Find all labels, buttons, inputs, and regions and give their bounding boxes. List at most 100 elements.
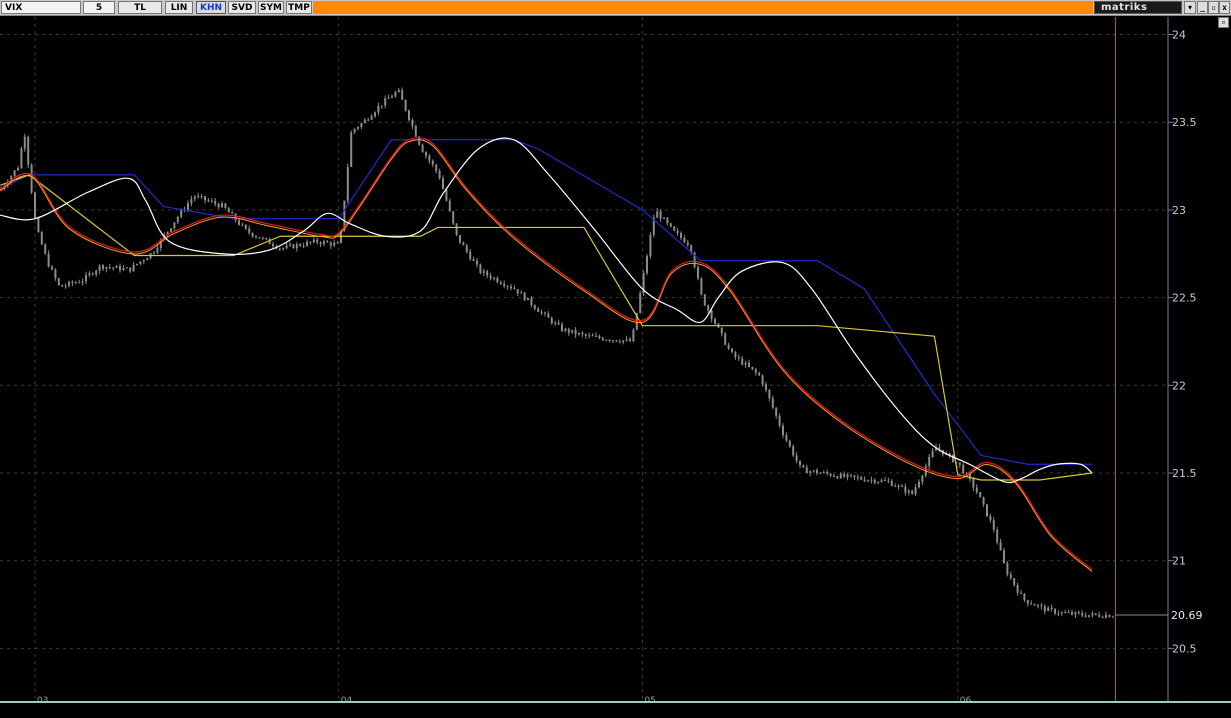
candle-body bbox=[632, 329, 635, 342]
candle-body bbox=[380, 105, 383, 107]
candle-body bbox=[156, 248, 159, 253]
candle-body bbox=[336, 242, 339, 244]
candle-body bbox=[170, 228, 172, 232]
candle-body bbox=[928, 456, 931, 467]
svd-button[interactable]: SVD bbox=[228, 1, 256, 14]
minimize-icon[interactable]: _ bbox=[1197, 1, 1208, 14]
candle-body bbox=[918, 481, 920, 488]
candle-body bbox=[132, 264, 135, 272]
candle-body bbox=[778, 415, 781, 426]
candle-body bbox=[295, 244, 298, 249]
candle-body bbox=[931, 450, 934, 457]
candle-body bbox=[710, 310, 713, 320]
candle-body bbox=[367, 119, 370, 121]
candle-body bbox=[805, 467, 808, 474]
candle-body bbox=[404, 99, 407, 111]
candle-body bbox=[1050, 607, 1053, 609]
candle-body bbox=[714, 319, 716, 324]
cursor bbox=[1114, 17, 1168, 701]
candle-body bbox=[503, 283, 506, 287]
candle-body bbox=[1023, 593, 1026, 601]
candle-body bbox=[836, 476, 839, 479]
candle-body bbox=[442, 178, 444, 190]
candle-body bbox=[578, 333, 580, 335]
title-bar-strip[interactable] bbox=[313, 1, 1093, 14]
candle-body bbox=[731, 348, 733, 353]
y-tick-label: 21.5 bbox=[1172, 467, 1197, 480]
candle-body bbox=[261, 237, 264, 239]
candle-body bbox=[1064, 612, 1067, 614]
candle-body bbox=[591, 335, 594, 337]
candle-body bbox=[975, 487, 978, 493]
candle-body bbox=[605, 339, 608, 341]
candle-body bbox=[530, 298, 533, 306]
candle-body bbox=[61, 285, 64, 287]
tl-button[interactable]: TL bbox=[118, 1, 162, 14]
candle-body bbox=[452, 211, 455, 224]
candle-body bbox=[581, 333, 584, 335]
yellow-indicator-line bbox=[0, 174, 1093, 481]
period-input[interactable]: 5 bbox=[83, 1, 115, 14]
candle-body bbox=[1105, 614, 1107, 618]
candle-body bbox=[1094, 613, 1097, 615]
restore-icon[interactable]: ▫ bbox=[1208, 1, 1219, 14]
candle-body bbox=[493, 277, 495, 279]
candle-body bbox=[387, 97, 390, 99]
candle-body bbox=[95, 270, 98, 275]
candle-body bbox=[1111, 616, 1114, 618]
candle-body bbox=[85, 275, 87, 282]
candle-body bbox=[788, 440, 791, 447]
candle-body bbox=[241, 224, 244, 226]
candle-body bbox=[680, 233, 682, 238]
candle-body bbox=[707, 305, 710, 311]
candle-body bbox=[224, 203, 227, 209]
close-icon[interactable]: x bbox=[1219, 1, 1230, 14]
candle-body bbox=[384, 98, 387, 106]
candle-body bbox=[353, 128, 356, 133]
candle-body bbox=[445, 189, 448, 201]
candle-body bbox=[197, 195, 200, 197]
price-chart[interactable]: 2423.52322.52221.52120.503 04 05 0620.69 bbox=[0, 17, 1231, 701]
tmp-button[interactable]: TMP bbox=[286, 1, 312, 14]
candle-body bbox=[193, 196, 196, 200]
lin-button[interactable]: LIN bbox=[165, 1, 193, 14]
candle-body bbox=[326, 241, 329, 243]
candle-body bbox=[74, 282, 77, 284]
candle-body bbox=[374, 112, 376, 117]
candle-body bbox=[1071, 612, 1073, 615]
candle-body bbox=[187, 203, 189, 210]
candle-body bbox=[47, 253, 50, 267]
candle-body bbox=[54, 269, 57, 279]
candle-body bbox=[758, 372, 761, 376]
candle-body bbox=[221, 203, 223, 208]
candle-body bbox=[306, 241, 308, 246]
candle-body bbox=[1054, 608, 1056, 614]
candle-body bbox=[554, 322, 557, 324]
candle-body bbox=[833, 475, 835, 477]
candle-body bbox=[547, 313, 550, 318]
candle-body bbox=[979, 492, 982, 498]
sym-button[interactable]: SYM bbox=[258, 1, 284, 14]
candle-body bbox=[700, 278, 703, 295]
candle-body bbox=[469, 251, 472, 260]
symbol-input[interactable]: VIX bbox=[1, 1, 81, 14]
candle-body bbox=[312, 239, 315, 243]
khn-button[interactable]: KHN bbox=[196, 1, 226, 14]
candle-body bbox=[567, 328, 570, 333]
candle-body bbox=[921, 475, 924, 482]
candle-body bbox=[414, 125, 417, 137]
candle-body bbox=[510, 286, 512, 289]
candle-body bbox=[544, 312, 546, 314]
candle-body bbox=[248, 228, 251, 233]
chevron-down-icon[interactable]: ▾ bbox=[1184, 1, 1196, 14]
candle-body bbox=[557, 322, 560, 325]
y-tick-label: 20.5 bbox=[1172, 642, 1197, 655]
candle-body bbox=[44, 244, 47, 254]
red-indicator-line bbox=[0, 136, 1093, 570]
candles bbox=[0, 87, 1114, 619]
candle-body bbox=[683, 237, 686, 243]
candle-body bbox=[894, 485, 897, 487]
candle-body bbox=[499, 282, 502, 284]
candle-body bbox=[799, 460, 801, 466]
candle-body bbox=[319, 242, 322, 245]
